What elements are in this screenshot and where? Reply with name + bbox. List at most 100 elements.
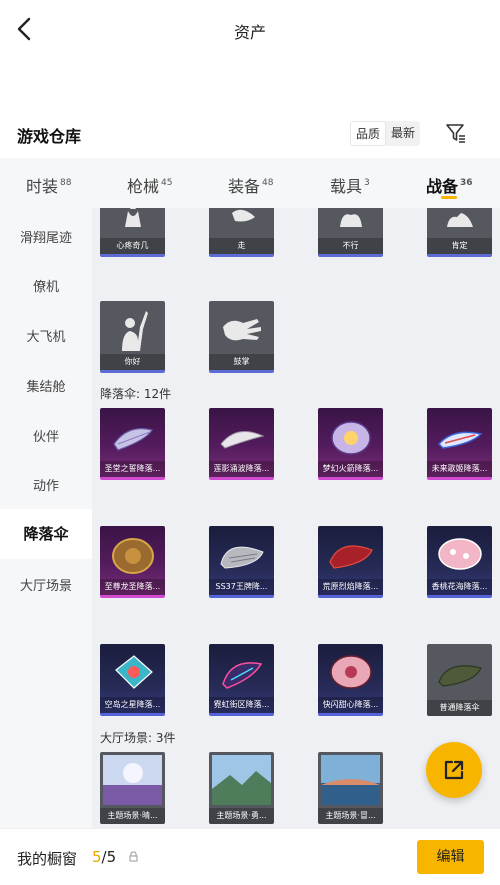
parachute-card[interactable]: 荒原烈焰降落... xyxy=(318,526,383,598)
tab-label: 载具 xyxy=(330,177,363,196)
sidebar-item-glide-trail[interactable]: 滑翔尾迹 xyxy=(0,227,92,246)
item-grid: 心疼奇几 走 不行 肯定 你好 鼓掌 降落伞: 12件 圣堂之誓降落... 莲影… xyxy=(92,208,500,828)
filter-icon[interactable] xyxy=(445,122,467,144)
card-label: 霓虹街区降落... xyxy=(209,697,274,713)
sidebar-item-wingman[interactable]: 僚机 xyxy=(0,276,92,295)
card-label: 梦幻火箭降落... xyxy=(318,461,383,477)
parachute-icon xyxy=(115,655,153,689)
showcase-bar: 我的橱窗 5/5 编辑 xyxy=(0,828,500,885)
tab-fashion[interactable]: 时装 88 xyxy=(26,173,71,197)
card-label: 不行 xyxy=(318,238,383,254)
sidebar-item-pod[interactable]: 集结舱 xyxy=(0,376,92,395)
parachute-card[interactable]: SS37王牌降... xyxy=(209,526,274,598)
scene-thumbnail-icon xyxy=(212,755,271,805)
card-label: SS37王牌降... xyxy=(209,579,274,595)
emote-pose-icon xyxy=(340,214,362,227)
parachute-card[interactable]: 普通降落伞 xyxy=(427,644,492,716)
card-label: 肯定 xyxy=(427,238,492,254)
card-label: 莲影涌波降落... xyxy=(209,461,274,477)
parachute-card[interactable]: 空岛之星降落... xyxy=(100,644,165,716)
lock-icon xyxy=(129,851,138,862)
parachute-icon xyxy=(438,538,482,570)
top-bar: 资产 xyxy=(0,0,500,60)
page-title: 资产 xyxy=(233,23,266,42)
share-external-icon xyxy=(444,760,464,780)
parachute-icon xyxy=(113,428,153,451)
card-label: 快闪甜心降落... xyxy=(318,697,383,713)
scene-card[interactable]: 主题场景·晴... xyxy=(100,752,165,824)
edit-button[interactable]: 编辑 xyxy=(417,840,484,874)
parachute-icon xyxy=(220,431,265,449)
warehouse-title: 游戏仓库 xyxy=(17,127,82,146)
showcase-count: 5/5 xyxy=(92,848,116,866)
sort-latest-button[interactable]: 最新 xyxy=(386,121,420,146)
waving-person-icon xyxy=(122,311,148,351)
card-label: 主题场景·勇... xyxy=(209,808,274,824)
parachute-card[interactable]: 快闪甜心降落... xyxy=(318,644,383,716)
card-label: 主题场景·冒... xyxy=(318,808,383,824)
parachute-icon xyxy=(329,545,373,569)
card-label: 空岛之星降落... xyxy=(100,697,165,713)
card-label: 主题场景·晴... xyxy=(100,808,165,824)
sidebar-item-plane[interactable]: 大飞机 xyxy=(0,326,92,345)
parachute-card[interactable]: 香桃花海降落... xyxy=(427,526,492,598)
scene-card[interactable]: 主题场景·勇... xyxy=(209,752,274,824)
parachute-card[interactable]: 未来歌姬降落... xyxy=(427,408,492,480)
showcase-total: /5 xyxy=(101,848,117,866)
emote-pose-icon xyxy=(447,213,473,227)
category-tabs: 时装 88 枪械 45 装备 48 载具 3 战备 36 xyxy=(0,158,500,208)
scene-section-title: 大厅场景: 3件 xyxy=(100,731,176,745)
scene-thumbnail-icon xyxy=(321,755,380,805)
active-tab-indicator xyxy=(441,196,457,199)
emote-card[interactable]: 鼓掌 xyxy=(209,301,274,373)
tab-count: 48 xyxy=(262,178,274,188)
emote-card[interactable]: 心疼奇几 xyxy=(100,208,165,257)
tab-equipment[interactable]: 装备 48 xyxy=(228,173,273,197)
emote-card[interactable]: 不行 xyxy=(318,208,383,257)
clapping-hands-icon xyxy=(223,319,261,341)
card-label: 至尊龙圣降落... xyxy=(100,579,165,595)
emote-pose-icon xyxy=(125,208,141,227)
tab-count: 3 xyxy=(364,178,370,188)
parachute-icon xyxy=(438,665,482,687)
tab-count: 88 xyxy=(60,178,72,188)
scene-card[interactable]: 主题场景·冒... xyxy=(318,752,383,824)
parachute-card[interactable]: 至尊龙圣降落... xyxy=(100,526,165,598)
emote-card[interactable]: 肯定 xyxy=(427,208,492,257)
tab-count: 45 xyxy=(161,178,173,188)
parachute-icon xyxy=(222,662,263,689)
scene-thumbnail-icon xyxy=(103,755,162,805)
parachute-card[interactable]: 莲影涌波降落... xyxy=(209,408,274,480)
tab-label: 装备 xyxy=(228,177,261,196)
sort-toggle: 品质 最新 xyxy=(350,121,421,146)
card-label: 普通降落伞 xyxy=(427,700,492,716)
showcase-label: 我的橱窗 xyxy=(17,850,78,868)
tab-count: 36 xyxy=(460,178,473,188)
emote-card[interactable]: 走 xyxy=(209,208,274,257)
parachute-icon xyxy=(220,546,264,569)
sidebar-item-parachute[interactable]: 降落伞 xyxy=(0,509,92,559)
tab-weapons[interactable]: 枪械 45 xyxy=(127,173,172,197)
tab-label: 枪械 xyxy=(127,177,160,196)
card-label: 荒原烈焰降落... xyxy=(318,579,383,595)
parachute-icon xyxy=(330,655,372,689)
card-label: 心疼奇几 xyxy=(100,238,165,254)
showcase-current: 5 xyxy=(92,848,102,866)
tab-vehicles[interactable]: 载具 3 xyxy=(330,173,370,197)
sidebar-item-lobby-scene[interactable]: 大厅场景 xyxy=(0,575,92,594)
card-label: 你好 xyxy=(100,354,165,370)
sidebar-item-partner[interactable]: 伙伴 xyxy=(0,426,92,445)
sidebar-item-emote[interactable]: 动作 xyxy=(0,475,92,494)
emote-card[interactable]: 你好 xyxy=(100,301,165,373)
parachute-card[interactable]: 霓虹街区降落... xyxy=(209,644,274,716)
parachute-card[interactable]: 圣堂之誓降落... xyxy=(100,408,165,480)
tab-tactical[interactable]: 战备 36 xyxy=(426,173,473,197)
parachute-card[interactable]: 梦幻火箭降落... xyxy=(318,408,383,480)
share-button[interactable] xyxy=(426,742,482,798)
card-label: 香桃花海降落... xyxy=(427,579,492,595)
parachute-icon xyxy=(112,538,154,574)
sort-quality-button[interactable]: 品质 xyxy=(350,121,387,146)
tab-label: 战备 xyxy=(426,177,459,196)
emote-pose-icon xyxy=(232,209,255,222)
parachute-icon xyxy=(437,431,483,449)
